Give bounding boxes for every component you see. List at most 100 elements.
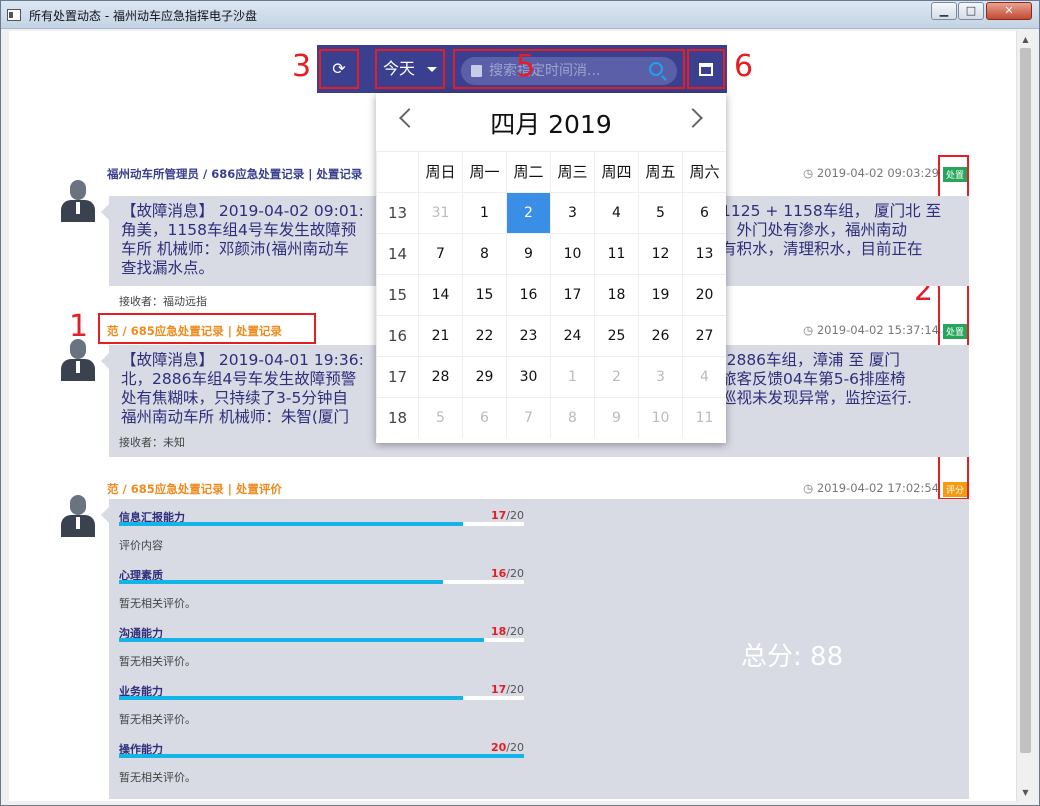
refresh-button[interactable]: ⟳ — [319, 49, 359, 89]
calendar-day[interactable]: 28 — [418, 356, 462, 397]
message-line: -2886车组，漳浦 至 厦门 — [721, 351, 900, 369]
message-line: ：外门处有渗水，福州南动 — [721, 221, 908, 239]
calendar-day[interactable]: 10 — [550, 233, 594, 274]
refresh-icon: ⟳ — [332, 59, 346, 78]
weekday-header: 周六 — [682, 151, 726, 192]
calendar-day[interactable]: 8 — [462, 233, 506, 274]
minimize-button[interactable]: ▁ — [931, 2, 957, 20]
post-header[interactable]: 范 / 685应急处置记录 | 处置评价 — [107, 481, 282, 497]
calendar-day[interactable]: 6 — [462, 397, 506, 438]
calendar-day[interactable]: 10 — [638, 397, 682, 438]
skill-score: 18/20 — [490, 625, 524, 638]
receiver: 接收者：未知 — [119, 436, 185, 449]
weekday-header: 周一 — [462, 151, 506, 192]
calendar-day[interactable]: 7 — [418, 233, 462, 274]
annotation-3: 3 — [292, 49, 312, 84]
post-header[interactable]: 范 / 685应急处置记录 | 处置记录 — [107, 323, 282, 339]
calendar-day[interactable]: 19 — [638, 274, 682, 315]
scroll-down-icon[interactable]: ▼ — [1017, 784, 1033, 801]
calendar-day[interactable]: 30 — [506, 356, 550, 397]
skill-score: 20/20 — [490, 741, 524, 754]
progress-bar — [119, 522, 524, 526]
calendar-day[interactable]: 5 — [638, 192, 682, 233]
weekday-header: 周五 — [638, 151, 682, 192]
score-badge: 评分 — [942, 482, 967, 497]
calendar-day[interactable]: 3 — [638, 356, 682, 397]
avatar — [61, 180, 95, 224]
calendar-day[interactable]: 5 — [418, 397, 462, 438]
calendar-day[interactable]: 27 — [682, 315, 726, 356]
calendar-day[interactable]: 3 — [550, 192, 594, 233]
title-bar[interactable]: 所有处置动态 - 福州动车应急指挥电子沙盘 ▁ □ ✕ — [1, 1, 1039, 29]
calendar-day[interactable]: 29 — [462, 356, 506, 397]
calendar-day[interactable]: 11 — [682, 397, 726, 438]
search-input[interactable] — [489, 61, 639, 81]
status-badge: 处置 — [942, 324, 967, 339]
calendar-day[interactable]: 24 — [550, 315, 594, 356]
calendar-day[interactable]: 25 — [594, 315, 638, 356]
avatar — [61, 339, 95, 383]
calendar-day[interactable]: 1 — [550, 356, 594, 397]
annotation-6: 6 — [734, 49, 754, 84]
content-area: ⟳ 今天 3 4 5 6 1 2 福州动车所管理员 / 686应急处置 — [9, 31, 1033, 801]
calendar-day[interactable]: 2 — [506, 192, 550, 233]
calendar-day[interactable]: 15 — [462, 274, 506, 315]
search-icon[interactable] — [649, 62, 663, 76]
scroll-up-icon[interactable]: ▲ — [1017, 31, 1033, 48]
calendar-day[interactable]: 18 — [594, 274, 638, 315]
post-header[interactable]: 福州动车所管理员 / 686应急处置记录 | 处置记录 — [107, 166, 362, 182]
calendar-day[interactable]: 2 — [594, 356, 638, 397]
calendar-day[interactable]: 4 — [594, 192, 638, 233]
message-line: 旅客反馈04车第5-6排座椅 — [721, 370, 906, 388]
calendar-day[interactable]: 20 — [682, 274, 726, 315]
calendar-day[interactable]: 31 — [418, 192, 462, 233]
skill-score: 16/20 — [490, 567, 524, 580]
calendar-day[interactable]: 17 — [550, 274, 594, 315]
app-icon — [7, 9, 21, 21]
calendar-month-title[interactable]: 四月 2019 — [376, 105, 726, 141]
calendar-day[interactable]: 26 — [638, 315, 682, 356]
message-line: 有积水，清理积水，目前正在 — [721, 240, 923, 258]
progress-bar — [119, 638, 524, 642]
calendar-day[interactable]: 23 — [506, 315, 550, 356]
skill-comment: 暂无相关评价。 — [119, 771, 196, 784]
calendar-day[interactable]: 21 — [418, 315, 462, 356]
calendar-day[interactable]: 13 — [682, 233, 726, 274]
post-time: ◷ 2019-04-02 09:03:29 — [803, 166, 939, 180]
calendar-day[interactable]: 14 — [418, 274, 462, 315]
annotation-5: 5 — [516, 49, 536, 84]
calendar-day[interactable]: 12 — [638, 233, 682, 274]
calendar-day[interactable]: 7 — [506, 397, 550, 438]
close-button[interactable]: ✕ — [986, 2, 1032, 20]
chevron-down-icon — [427, 67, 437, 72]
week-number: 17 — [376, 356, 418, 397]
receiver: 接收者：福动远指 — [119, 295, 207, 308]
search-box — [453, 49, 685, 89]
window-title: 所有处置动态 - 福州动车应急指挥电子沙盘 — [29, 9, 257, 23]
today-dropdown[interactable]: 今天 — [375, 49, 445, 89]
calendar-day[interactable]: 9 — [506, 233, 550, 274]
calendar-button[interactable] — [687, 49, 725, 89]
evaluation-panel: 信息汇报能力 17/20 评价内容 心理素质 16/20 暂无相关评价。 沟通能… — [101, 499, 969, 799]
calendar-day[interactable]: 9 — [594, 397, 638, 438]
scroll-thumb[interactable] — [1020, 48, 1031, 753]
calendar-day[interactable]: 4 — [682, 356, 726, 397]
maximize-button[interactable]: □ — [958, 2, 984, 20]
skill-comment: 暂无相关评价。 — [119, 655, 196, 668]
calendar-day[interactable]: 11 — [594, 233, 638, 274]
date-picker: 四月 2019 周日 周一 周二 周三 周四 周五 周六 13 31 1 2 3 4 5 6 14 7 8 9 10 1… — [376, 93, 726, 443]
message-line: 1125 + 1158车组， 厦门北 至 — [721, 202, 942, 220]
calendar-day[interactable]: 8 — [550, 397, 594, 438]
today-label: 今天 — [383, 59, 416, 78]
book-icon — [471, 65, 482, 77]
week-number: 14 — [376, 233, 418, 274]
weekday-header: 周二 — [506, 151, 550, 192]
vertical-scrollbar[interactable]: ▲ ▼ — [1016, 31, 1033, 801]
skill-comment: 暂无相关评价。 — [119, 713, 196, 726]
post-time: ◷ 2019-04-02 15:37:14 — [803, 323, 939, 337]
skill-comment: 评价内容 — [119, 539, 163, 552]
calendar-day[interactable]: 16 — [506, 274, 550, 315]
calendar-day[interactable]: 6 — [682, 192, 726, 233]
calendar-day[interactable]: 22 — [462, 315, 506, 356]
calendar-day[interactable]: 1 — [462, 192, 506, 233]
